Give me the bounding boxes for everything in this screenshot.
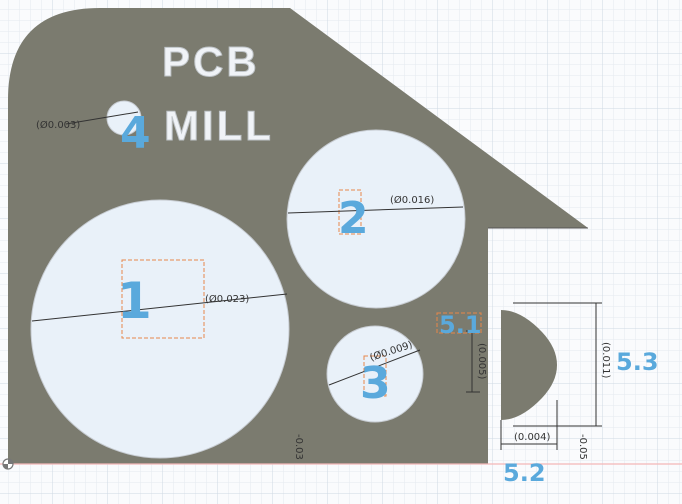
axis-label-left: -0.03 — [293, 434, 304, 460]
feature-label-3: 3 — [360, 358, 391, 409]
feature-label-52: 5.2 — [503, 459, 546, 487]
cad-canvas[interactable]: PCB MILL (Ø0.023) (Ø0.016) (Ø0.009) (Ø0.… — [0, 0, 682, 504]
feature-label-53: 5.3 — [616, 348, 659, 376]
hole-2[interactable] — [286, 129, 466, 309]
dim-2[interactable]: (Ø0.016) — [390, 194, 434, 206]
feature-label-4: 4 — [120, 108, 151, 159]
axis-label-right: -0.05 — [577, 434, 588, 460]
feature-label-2: 2 — [338, 193, 369, 244]
origin-marker-icon[interactable] — [2, 458, 14, 470]
feature-label-51: 5.1 — [439, 311, 482, 339]
engraving-line2: MILL — [164, 102, 274, 149]
hole-1[interactable] — [30, 199, 290, 459]
dim-1[interactable]: (Ø0.023) — [205, 293, 249, 305]
engraving-line1: PCB — [162, 38, 260, 85]
dim-51[interactable]: (0.005) — [476, 343, 487, 380]
feature-label-1: 1 — [117, 272, 152, 330]
dim-4[interactable]: (Ø0.003) — [36, 119, 80, 131]
dim-53[interactable]: (0.011) — [600, 342, 611, 379]
dim-52[interactable]: (0.004) — [514, 432, 551, 443]
